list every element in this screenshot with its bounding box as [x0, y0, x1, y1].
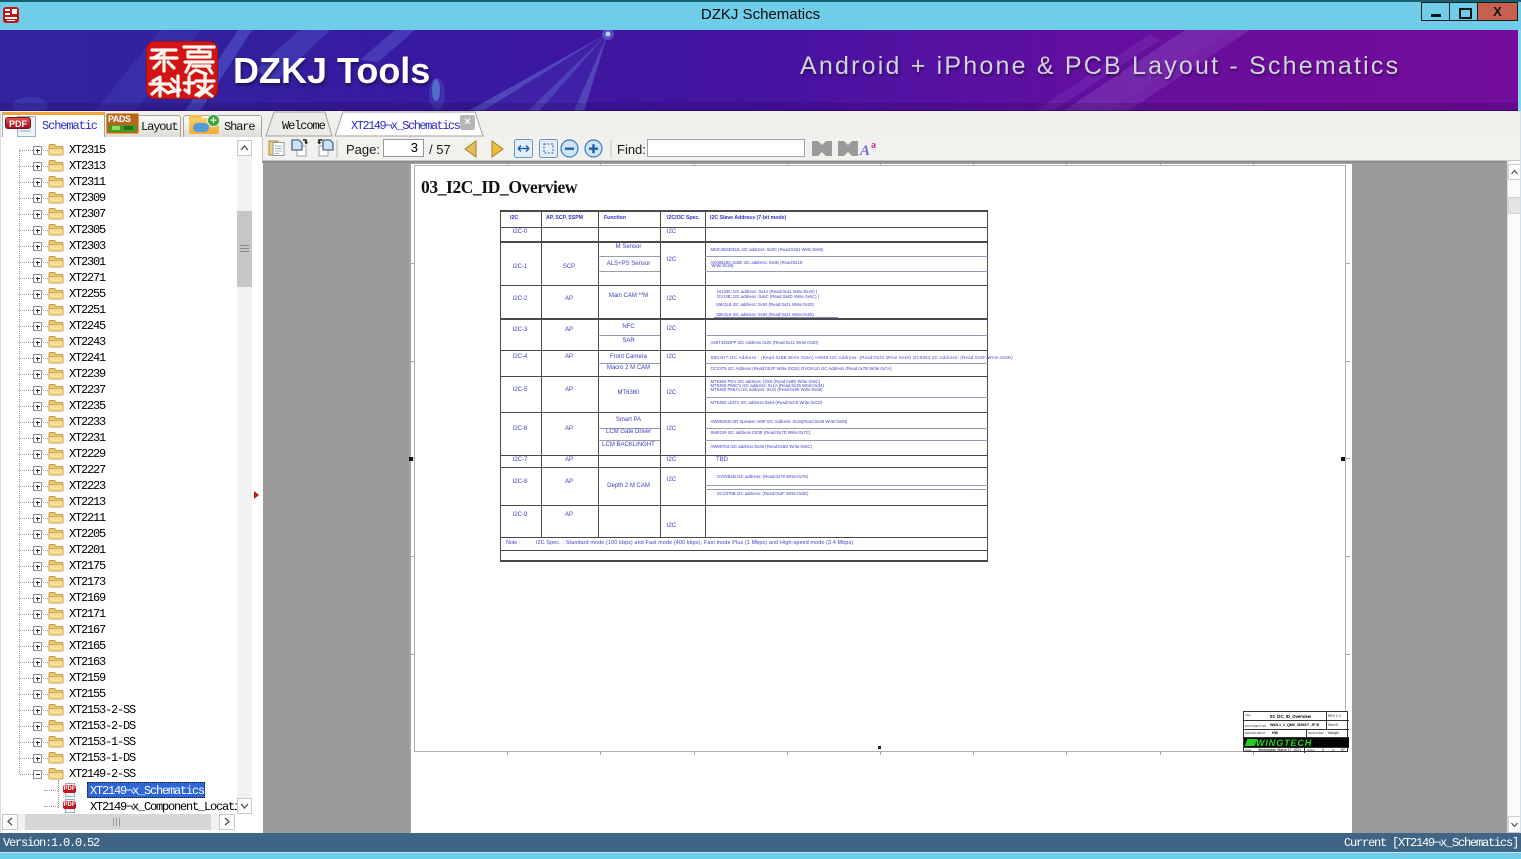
svg-text:A: A — [859, 143, 870, 159]
svg-text:a: a — [871, 140, 876, 151]
